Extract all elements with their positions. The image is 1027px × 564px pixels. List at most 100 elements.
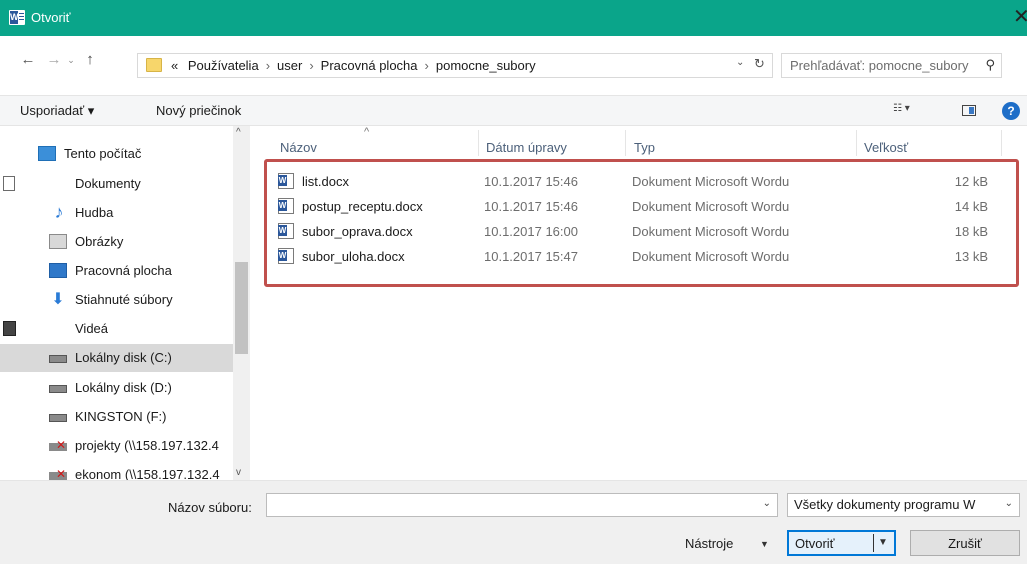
preview-pane-icon[interactable] — [962, 105, 976, 116]
sidebar-item-projekty[interactable]: projekty (\\158.197.132.4 — [0, 432, 233, 460]
open-button-label: Otvoriť — [795, 536, 835, 551]
chevron-down-icon[interactable]: ⌄ — [763, 498, 771, 509]
sidebar-item-ekonom[interactable]: ekonom (\\158.197.132.4 — [0, 461, 233, 480]
back-arrow-icon[interactable]: ← — [20, 50, 36, 70]
sidebar-item-label: Stiahnuté súbory — [75, 292, 173, 307]
breadcrumb-item-desktop[interactable]: Pracovná plocha — [321, 58, 418, 73]
breadcrumb-item-pouzivatelia[interactable]: Používatelia — [182, 58, 259, 73]
file-type: Dokument Microsoft Wordu — [632, 199, 790, 214]
filename-label: Názov súboru: — [168, 500, 252, 515]
up-arrow-icon[interactable]: ↑ — [82, 50, 98, 70]
search-icon[interactable]: ⚲ — [985, 57, 995, 73]
recent-locations-chevron-icon[interactable]: ⌄ — [66, 50, 76, 70]
open-options-dropdown-icon[interactable]: ▼ — [878, 537, 888, 548]
breadcrumb[interactable]: « Používatelia › user › Pracovná plocha › pomo… — [171, 58, 536, 73]
file-name: subor_uloha.docx — [302, 249, 405, 264]
table-row[interactable]: list.docx 10.1.2017 15:46 Dokument Micro… — [278, 171, 1008, 195]
column-divider[interactable] — [856, 130, 857, 156]
column-divider[interactable] — [478, 130, 479, 156]
new-folder-button[interactable]: Nový priečinok — [156, 103, 241, 118]
chevron-down-icon[interactable]: ⌄ — [736, 57, 744, 68]
view-options-icon[interactable]: ☷ ▾ — [893, 103, 923, 117]
sidebar-item-music[interactable]: ♪ Hudba — [0, 199, 233, 227]
breadcrumb-overflow[interactable]: « — [171, 58, 178, 73]
sidebar-item-label: Lokálny disk (D:) — [75, 380, 172, 395]
split-divider — [873, 534, 874, 552]
sidebar-item-label: Tento počítač — [64, 146, 142, 161]
sidebar-item-videos[interactable]: Videá — [0, 315, 233, 343]
column-header-name[interactable]: Názov — [280, 140, 317, 155]
file-size: 18 kB — [954, 224, 988, 239]
table-row[interactable]: subor_uloha.docx 10.1.2017 15:47 Dokumen… — [278, 246, 1008, 270]
window-title: Otvoriť — [31, 10, 71, 25]
file-date: 10.1.2017 15:46 — [484, 174, 578, 189]
sidebar-item-label: Videá — [75, 321, 109, 336]
drive-icon — [49, 385, 67, 393]
sidebar-item-label: KINGSTON (F:) — [75, 409, 167, 424]
network-drive-icon — [49, 438, 67, 452]
navigation-pane: Tento počítač Dokumenty ♪ Hudba Obrázky … — [0, 126, 250, 480]
file-list: Názov ^ Dátum úpravy Typ Veľkosť list.do… — [250, 126, 1027, 480]
address-bar[interactable]: « Používatelia › user › Pracovná plocha › pomo… — [137, 53, 773, 78]
forward-arrow-icon[interactable]: → — [46, 50, 62, 70]
usb-drive-icon — [49, 414, 67, 422]
sidebar-item-kingston[interactable]: KINGSTON (F:) — [0, 403, 233, 431]
sidebar-item-label: Obrázky — [75, 234, 124, 249]
breadcrumb-separator: › — [309, 58, 314, 73]
sidebar-item-local-disk-d[interactable]: Lokálny disk (D:) — [0, 374, 233, 402]
computer-icon — [38, 146, 56, 161]
sidebar-scrollbar[interactable]: ^ v — [233, 126, 250, 480]
sidebar-item-local-disk-c[interactable]: Lokálny disk (C:) — [0, 344, 233, 372]
column-divider[interactable] — [625, 130, 626, 156]
search-input[interactable]: Prehľadávať: pomocne_subory ⚲ — [781, 53, 1002, 78]
column-header-date[interactable]: Dátum úpravy — [486, 140, 567, 155]
open-button[interactable]: Otvoriť ▼ — [787, 530, 896, 556]
tools-dropdown-icon[interactable]: ▼ — [760, 539, 769, 549]
sort-ascending-icon: ^ — [364, 126, 370, 138]
sidebar-item-this-pc[interactable]: Tento počítač — [0, 140, 233, 168]
help-icon[interactable]: ? — [1002, 102, 1020, 120]
breadcrumb-item-user[interactable]: user — [277, 58, 302, 73]
sidebar-item-label: Dokumenty — [75, 176, 141, 191]
column-header-type[interactable]: Typ — [634, 140, 655, 155]
sidebar-item-desktop[interactable]: Pracovná plocha — [0, 257, 233, 285]
chevron-down-icon[interactable]: ⌄ — [1005, 498, 1013, 509]
search-placeholder: Prehľadávať: pomocne_subory — [790, 58, 969, 73]
file-type-filter-value: Všetky dokumenty programu W — [794, 497, 976, 512]
file-type-filter-select[interactable]: Všetky dokumenty programu W ⌄ — [787, 493, 1020, 517]
dialog-footer: Názov súboru: ⌄ Všetky dokumenty program… — [0, 480, 1027, 564]
desktop-icon — [49, 263, 67, 278]
table-row[interactable]: subor_oprava.docx 10.1.2017 16:00 Dokume… — [278, 221, 1008, 245]
refresh-icon[interactable]: ↻ — [754, 56, 765, 72]
table-row[interactable]: postup_receptu.docx 10.1.2017 15:46 Doku… — [278, 196, 1008, 220]
word-document-icon — [278, 198, 294, 214]
music-icon: ♪ — [54, 202, 64, 222]
command-toolbar: Usporiadať ▾ Nový priečinok ☷ ▾ ? — [0, 96, 1027, 126]
breadcrumb-item-pomocne-subory[interactable]: pomocne_subory — [436, 58, 536, 73]
sidebar-item-downloads[interactable]: ⬇ Stiahnuté súbory — [0, 286, 233, 314]
organize-button[interactable]: Usporiadať ▾ — [20, 103, 94, 119]
column-header-size[interactable]: Veľkosť — [864, 140, 908, 155]
close-icon[interactable]: ✕ — [1013, 4, 1027, 32]
word-document-icon — [278, 223, 294, 239]
word-document-icon — [278, 248, 294, 264]
column-divider[interactable] — [1001, 130, 1002, 156]
sidebar-item-pictures[interactable]: Obrázky — [0, 228, 233, 256]
tools-menu-button[interactable]: Nástroje — [685, 536, 733, 551]
file-name: postup_receptu.docx — [302, 199, 423, 214]
cancel-button[interactable]: Zrušiť — [910, 530, 1020, 556]
sidebar-item-documents[interactable]: Dokumenty — [0, 170, 233, 198]
sidebar-item-label: Lokálny disk (C:) — [75, 350, 172, 365]
documents-icon — [3, 176, 15, 191]
folder-icon — [146, 58, 162, 72]
drive-icon — [49, 355, 67, 363]
filename-input[interactable]: ⌄ — [266, 493, 778, 517]
title-bar: Otvoriť ✕ — [0, 0, 1027, 36]
file-size: 12 kB — [954, 174, 988, 189]
scroll-down-icon[interactable]: v — [236, 467, 241, 478]
scroll-up-icon[interactable]: ^ — [236, 127, 241, 138]
file-type: Dokument Microsoft Wordu — [632, 174, 790, 189]
file-type: Dokument Microsoft Wordu — [632, 224, 790, 239]
scrollbar-thumb[interactable] — [235, 262, 248, 354]
file-date: 10.1.2017 15:47 — [484, 249, 578, 264]
